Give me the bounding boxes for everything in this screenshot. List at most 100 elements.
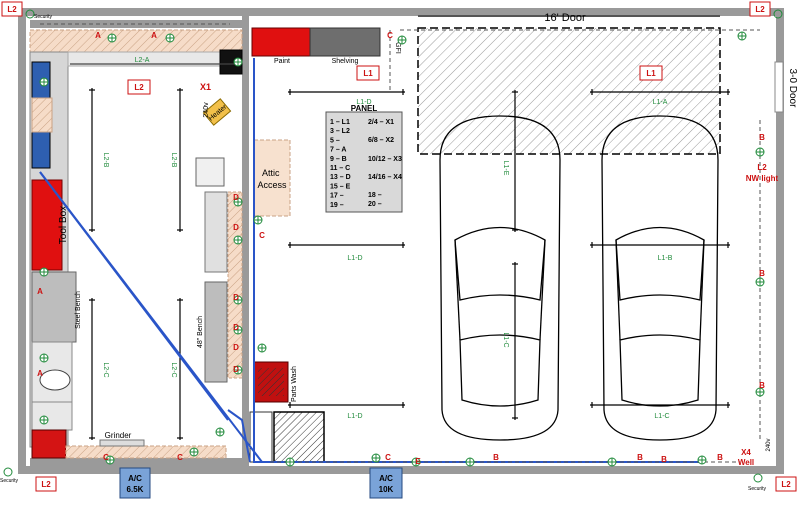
panel-left-entry: 9 – B <box>330 156 347 163</box>
panel-right-entry: 20 – <box>368 201 382 208</box>
shelving <box>309 27 381 57</box>
panel-left-entry: 11 – C <box>330 165 350 172</box>
right-l2-label: L2 <box>757 163 767 172</box>
v240-label-2: 240v <box>766 438 772 451</box>
door-16-label: 16' Door <box>544 12 586 24</box>
grinder-label: Grinder <box>105 431 132 440</box>
attic-access-text: Attic <box>262 168 280 178</box>
door-30-label: 3-0 Door <box>787 69 798 109</box>
red-cabinet <box>31 429 67 459</box>
fixture-l1c-h: L1-C <box>654 413 669 420</box>
security-label-2: Security <box>0 478 19 484</box>
panel-right-entry: 14/16 – X4 <box>368 174 402 181</box>
crate <box>273 411 325 463</box>
corner-bottom-left-label: L2 <box>41 480 51 489</box>
circuit-box-l1-b: L1 <box>639 65 663 81</box>
tool-box-label: Tool Box <box>58 206 69 244</box>
parts-wash-label: Parts Wash <box>291 366 298 402</box>
panel-right-entry: 18 – <box>368 192 382 199</box>
x1-label: X1 <box>200 82 211 92</box>
nw-light-label: NW light <box>746 174 779 183</box>
panel-right-entry: 10/12 – X3 <box>368 156 402 163</box>
outlet-circuit-letter: A <box>95 31 101 40</box>
bench-48-label: 48" Bench <box>197 316 204 348</box>
outlet-circuit-letter: D <box>233 293 239 302</box>
attic-access-text-2: Access <box>257 180 287 190</box>
car-right <box>601 115 719 441</box>
panel-left-entry: 19 – <box>330 202 344 209</box>
outlet-circuit-letter: C <box>259 231 265 240</box>
v240-label-1: 240v <box>203 102 210 118</box>
outlet-circuit-letter: B <box>637 453 643 462</box>
paint-label: Paint <box>274 58 290 65</box>
panel-left-entry: 5 – <box>330 137 340 144</box>
shelf-top <box>29 29 243 53</box>
fixture-l2b-1: L2-B <box>102 153 109 168</box>
panel-left-entry: 3 – L2 <box>330 128 350 135</box>
outlet-circuit-letter: A <box>151 31 157 40</box>
fixture-l1c-v: L1-C <box>502 332 509 347</box>
ac-unit-2-line1: A/C <box>379 474 393 483</box>
floor-plan: 16' Door 3-0 Door Tool Box Steel Bench G… <box>0 0 800 500</box>
circuit-box-l2: L2 <box>127 79 151 95</box>
outlet-circuit-letter: D <box>233 223 239 232</box>
fixture-l1d-2: L1-D <box>347 413 362 420</box>
corner-top-left-label: L2 <box>7 5 17 14</box>
outlet-circuit-letter: C <box>103 453 109 462</box>
outlet-circuit-letter: C <box>387 31 393 40</box>
fixture-l1b: L1-B <box>658 255 673 262</box>
bench-48 <box>204 281 228 383</box>
outlet-circuit-letter: A <box>37 287 43 296</box>
fixture-l2c-2: L2-C <box>170 362 177 377</box>
security-label-3: Security <box>748 486 767 492</box>
fixture-l1d-1: L1-D <box>347 255 362 262</box>
outlet-circuit-letter: B <box>759 381 765 390</box>
circuit-box-l2-label: L2 <box>134 83 144 92</box>
outlet-circuit-letter: A <box>37 369 43 378</box>
ac-unit-1: A/C 6.5K <box>119 467 151 499</box>
corner-bottom-right: L2 Security <box>748 473 797 492</box>
outlet-circuit-letter: E <box>415 457 421 466</box>
outlet-circuit-letter: B <box>717 453 723 462</box>
outlet-circuit-letter: C <box>177 453 183 462</box>
outlet-circuit-letter: C <box>385 453 391 462</box>
shelving-label: Shelving <box>332 58 359 65</box>
ac-unit-1-line1: A/C <box>128 474 142 483</box>
outlet-circuit-letter: B <box>759 269 765 278</box>
outlet-circuit-letter: B <box>493 453 499 462</box>
circuit-box-l1-b-label: L1 <box>646 69 656 78</box>
side-door <box>774 61 784 113</box>
panel-left-entry: 7 – A <box>330 147 346 154</box>
steel-bench <box>31 271 77 343</box>
circuit-box-l1-a-label: L1 <box>363 69 373 78</box>
panel-left-entry: 15 – E <box>330 183 351 190</box>
overhead-door-area <box>417 27 721 155</box>
outlet-circuit-letter: D <box>233 193 239 202</box>
outlet-circuit-letter: B <box>759 133 765 142</box>
ac-unit-1-line2: 6.5K <box>127 485 144 494</box>
outlet-circuit-letter: B <box>661 455 667 464</box>
car-left <box>439 115 561 441</box>
equipment-blue-2 <box>31 131 51 169</box>
sink <box>39 369 71 391</box>
panel-left-entry: 1 – L1 <box>330 119 350 126</box>
paint-cabinet <box>251 27 311 57</box>
corner-top-right-label: L2 <box>755 5 765 14</box>
x4-label: X4 <box>741 448 751 457</box>
circuit-box-l1-a: L1 <box>356 65 380 81</box>
garage-electrical-plan: 16' Door 3-0 Door Tool Box Steel Bench G… <box>0 1 798 499</box>
outlet-circuit-letter: D <box>233 323 239 332</box>
fixture-l1e: L1-E <box>502 161 509 176</box>
panel-right-entry: 6/8 – X2 <box>368 137 394 144</box>
panel-left-entry: 13 – D <box>330 174 351 181</box>
well-label: Well <box>738 458 754 467</box>
fixture-l2a: L2-A <box>135 57 150 64</box>
ac-unit-2: A/C 10K <box>369 467 403 499</box>
fixture-l2c-1: L2-C <box>102 362 109 377</box>
panel-right-entry: 2/4 – X1 <box>368 119 394 126</box>
corner-bottom-right-label: L2 <box>781 480 791 489</box>
outlet-circuit-letter: D <box>233 343 239 352</box>
outlet-circuit-letter: D <box>233 365 239 374</box>
steel-bench-label: Steel Bench <box>75 291 82 329</box>
ac-unit-2-line2: 10K <box>379 485 394 494</box>
